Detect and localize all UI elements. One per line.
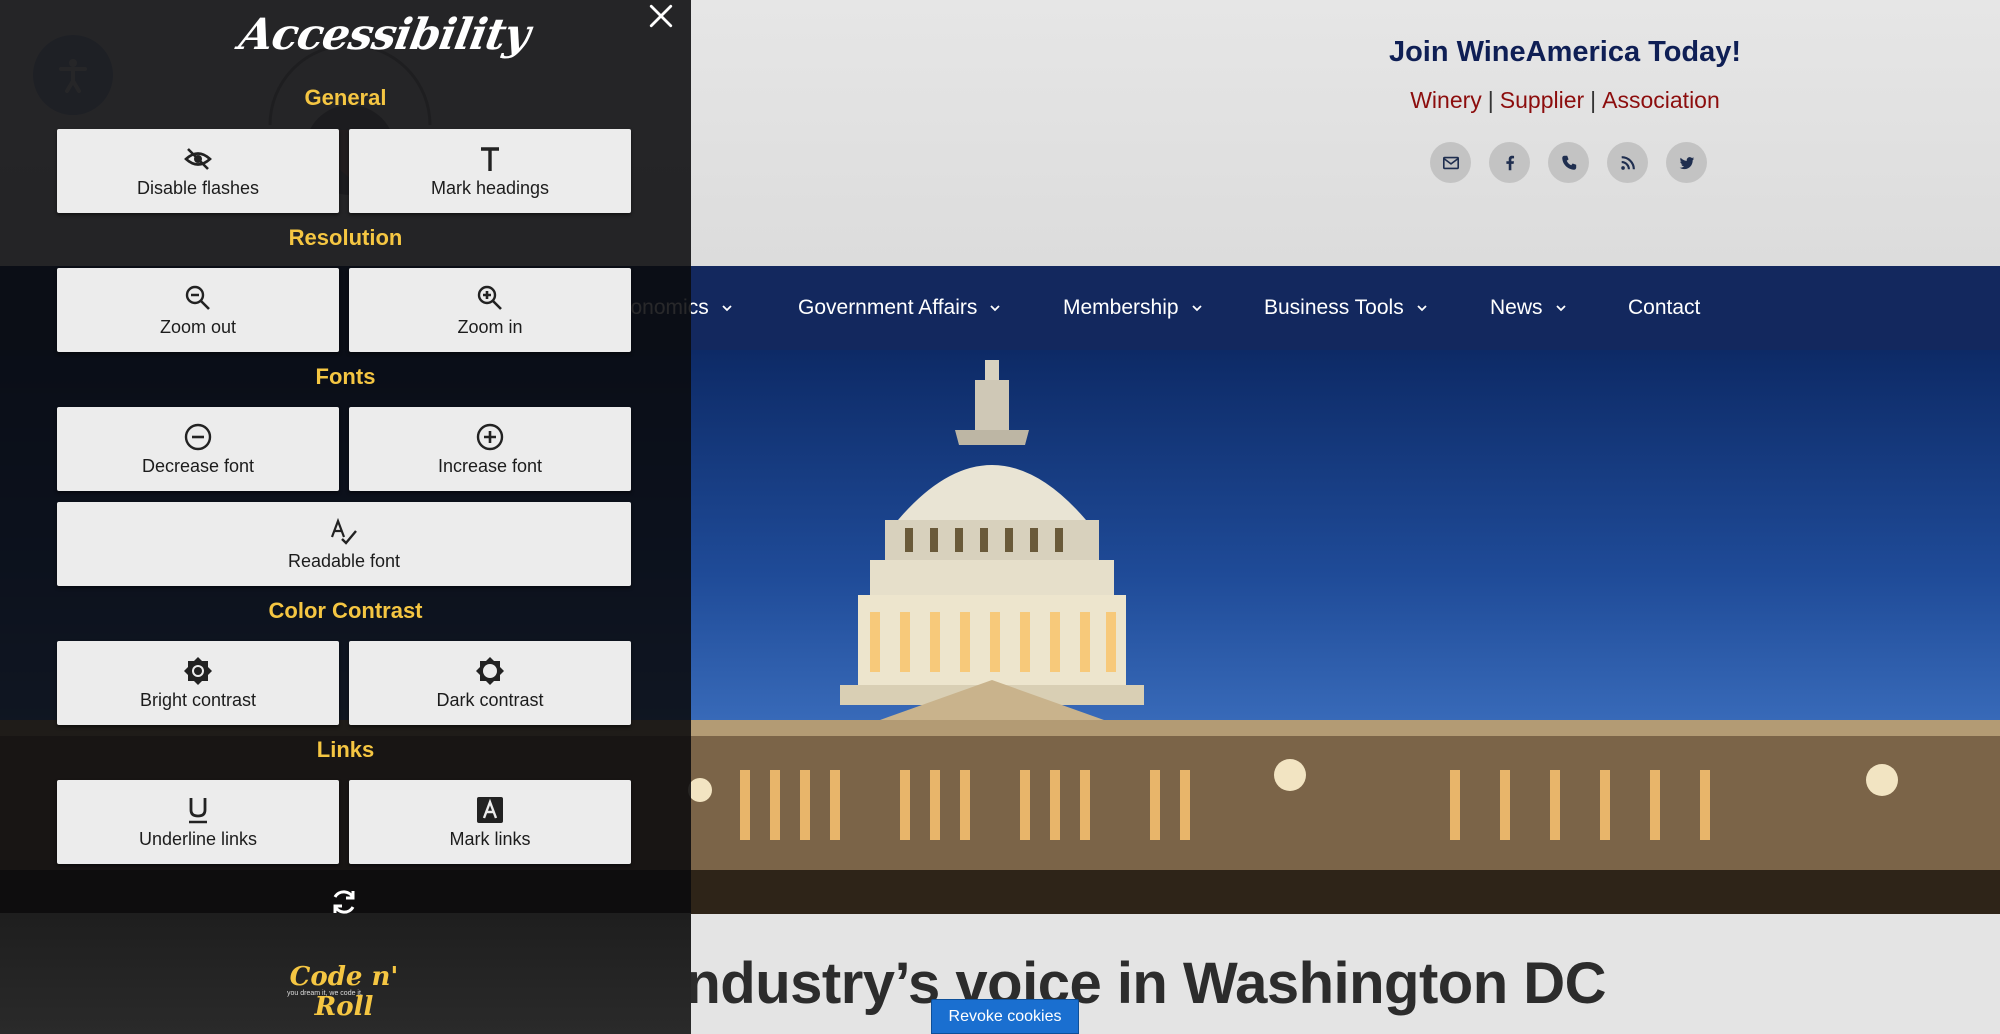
increase-font-button[interactable]: Increase font bbox=[349, 407, 631, 491]
join-block: Join WineAmerica Today! Winery | Supplier |… bbox=[1300, 36, 1830, 114]
increase-font-label: Increase font bbox=[437, 455, 543, 476]
association-link[interactable]: Association bbox=[1602, 87, 1720, 113]
section-resolution: Resolution bbox=[288, 225, 403, 250]
nav-contact[interactable]: Contact bbox=[1628, 266, 1700, 350]
zoom-in-label: Zoom in bbox=[457, 316, 523, 337]
section-links: Links bbox=[316, 737, 375, 762]
mark-headings-label: Mark headings bbox=[430, 177, 550, 198]
readable-font-label: Readable font bbox=[287, 550, 401, 571]
section-fonts: Fonts bbox=[315, 364, 376, 389]
eye-slash-icon bbox=[184, 147, 212, 170]
heading-t-icon bbox=[481, 146, 499, 171]
facebook-icon[interactable] bbox=[1489, 142, 1530, 183]
join-links: Winery | Supplier | Association bbox=[1410, 87, 1720, 113]
email-icon[interactable] bbox=[1430, 142, 1471, 183]
chevron-down-icon bbox=[1555, 305, 1566, 312]
mark-headings-button[interactable]: Mark headings bbox=[349, 129, 631, 213]
zoom-out-icon bbox=[185, 285, 210, 310]
mark-links-button[interactable]: Mark links bbox=[349, 780, 631, 864]
chevron-down-icon bbox=[1191, 305, 1202, 312]
zoom-in-icon bbox=[477, 285, 502, 310]
zoom-out-button[interactable]: Zoom out bbox=[57, 268, 339, 352]
dark-contrast-button[interactable]: Dark contrast bbox=[349, 641, 631, 725]
contrast-icon bbox=[476, 656, 504, 685]
bright-contrast-button[interactable]: Bright contrast bbox=[57, 641, 339, 725]
decrease-font-label: Decrease font bbox=[141, 455, 255, 476]
nav-business-tools[interactable]: Business Tools bbox=[1264, 266, 1428, 350]
mark-links-label: Mark links bbox=[449, 828, 531, 849]
nav-membership[interactable]: Membership bbox=[1063, 266, 1203, 350]
spell-check-icon bbox=[330, 517, 357, 545]
join-title: Join WineAmerica Today! bbox=[1388, 36, 1742, 68]
decrease-font-button[interactable]: Decrease font bbox=[57, 407, 339, 491]
winery-link[interactable]: Winery bbox=[1410, 87, 1482, 113]
close-icon bbox=[649, 4, 673, 28]
nav-news-label: News bbox=[1490, 296, 1543, 319]
font-box-icon bbox=[477, 796, 503, 823]
brand-tagline: you dream it, we code it. bbox=[287, 990, 363, 997]
brightness-icon bbox=[184, 656, 212, 685]
underline-links-label: Underline links bbox=[138, 828, 258, 849]
phone-icon[interactable] bbox=[1548, 142, 1589, 183]
bright-contrast-label: Bright contrast bbox=[139, 689, 257, 710]
supplier-link[interactable]: Supplier bbox=[1500, 87, 1584, 113]
zoom-out-label: Zoom out bbox=[159, 316, 237, 337]
chevron-down-icon bbox=[722, 305, 732, 312]
nav-government-affairs[interactable]: Government Affairs bbox=[798, 266, 1001, 350]
readable-font-button[interactable]: Readable font bbox=[57, 502, 631, 586]
dark-contrast-label: Dark contrast bbox=[436, 689, 544, 710]
section-general: General bbox=[304, 85, 387, 110]
reset-icon[interactable] bbox=[328, 886, 360, 918]
nav-government-affairs-label: Government Affairs bbox=[798, 296, 978, 319]
chevron-down-icon bbox=[990, 305, 1001, 312]
nav-news[interactable]: News bbox=[1490, 266, 1567, 350]
nav-membership-label: Membership bbox=[1063, 296, 1179, 319]
section-color-contrast: Color Contrast bbox=[268, 598, 423, 623]
underline-links-button[interactable]: Underline links bbox=[57, 780, 339, 864]
nav-business-tools-label: Business Tools bbox=[1264, 296, 1404, 319]
zoom-in-button[interactable]: Zoom in bbox=[349, 268, 631, 352]
revoke-cookies-button[interactable]: Revoke cookies bbox=[931, 999, 1079, 1034]
minus-circle-icon bbox=[184, 423, 212, 450]
disable-flashes-label: Disable flashes bbox=[136, 177, 260, 198]
social-links bbox=[1430, 142, 1707, 183]
disable-flashes-button[interactable]: Disable flashes bbox=[57, 129, 339, 213]
chevron-down-icon bbox=[1417, 305, 1427, 312]
accessibility-panel: Accessibility General Disable flashes Ma… bbox=[0, 0, 691, 1034]
twitter-icon[interactable] bbox=[1666, 142, 1707, 183]
rss-icon[interactable] bbox=[1607, 142, 1648, 183]
underline-icon bbox=[189, 797, 207, 823]
close-button[interactable] bbox=[645, 0, 677, 32]
plus-circle-icon bbox=[476, 423, 504, 450]
nav-contact-label: Contact bbox=[1628, 296, 1701, 319]
panel-title: Accessibility bbox=[235, 10, 534, 60]
